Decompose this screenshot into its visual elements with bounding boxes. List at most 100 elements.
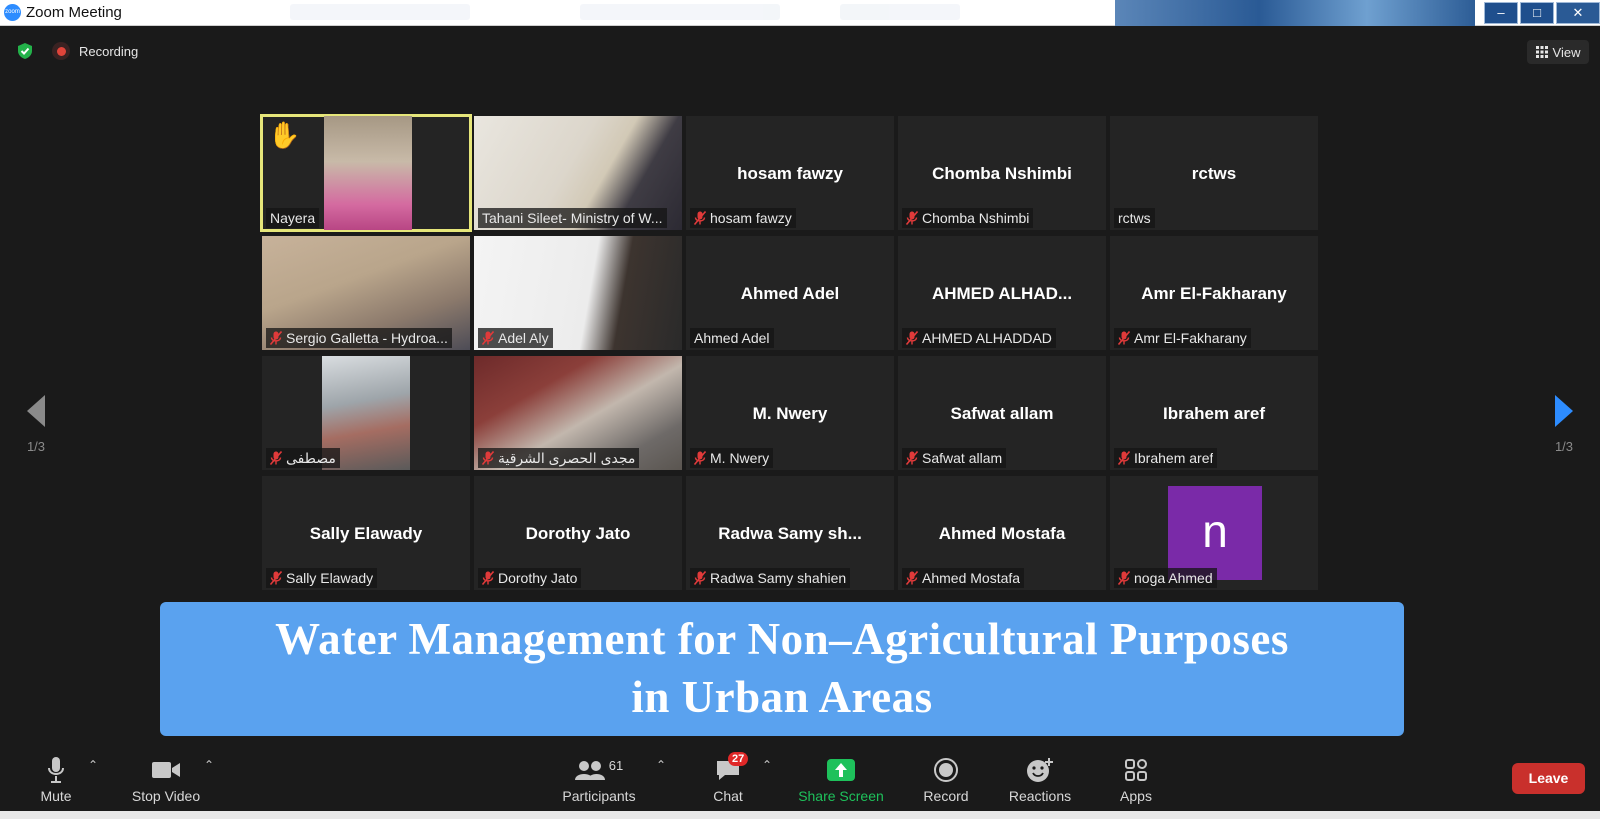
participant-tile[interactable]: مصطفى (262, 356, 470, 470)
participant-name-label: noga Ahmed (1114, 568, 1217, 588)
muted-microphone-icon (906, 211, 918, 225)
participant-tile[interactable]: Safwat allam Safwat allam (898, 356, 1106, 470)
participant-name: noga Ahmed (1134, 570, 1213, 586)
microphone-icon (48, 757, 64, 783)
participant-tile[interactable]: Adel Aly (474, 236, 682, 350)
mute-button[interactable]: Mute (36, 754, 76, 804)
participant-name: مجدى الحصرى الشرقية (498, 449, 636, 466)
chat-unread-badge: 27 (728, 752, 749, 766)
participant-tile[interactable]: مجدى الحصرى الشرقية (474, 356, 682, 470)
participant-name-label: مجدى الحصرى الشرقية (478, 448, 640, 468)
participant-name: Amr El-Fakharany (1134, 330, 1247, 346)
participant-name: Ahmed Adel (694, 330, 770, 346)
apps-button[interactable]: Apps (1114, 754, 1158, 804)
participant-name: rctws (1118, 210, 1151, 226)
participants-options-caret-icon[interactable]: ⌃ (656, 758, 666, 772)
minimize-button[interactable]: – (1484, 2, 1518, 24)
share-screen-button[interactable]: Share Screen (796, 754, 886, 804)
maximize-button[interactable]: □ (1520, 2, 1554, 24)
view-button[interactable]: View (1527, 40, 1589, 64)
participant-gallery: ✋ Nayera Tahani Sileet- Ministry of W... ho… (260, 114, 1338, 590)
participant-name-label: Nayera (266, 208, 320, 228)
page-indicator-right: 1/3 (1554, 439, 1574, 454)
emoji-smile-icon (1027, 758, 1053, 782)
prev-page-button[interactable]: 1/3 (16, 394, 56, 454)
window-titlebar: zoom Zoom Meeting – □ ✕ (0, 0, 1600, 26)
participant-tile[interactable]: AHMED ALHAD... AHMED ALHADDAD (898, 236, 1106, 350)
share-arrow-icon (827, 759, 855, 781)
participants-button[interactable]: 61 Participants (556, 754, 642, 805)
participant-video (324, 116, 412, 230)
audio-options-caret-icon[interactable]: ⌃ (88, 758, 98, 772)
mute-label: Mute (40, 788, 72, 804)
muted-microphone-icon (906, 571, 918, 585)
share-screen-label: Share Screen (798, 788, 884, 804)
video-camera-icon (152, 762, 180, 778)
participants-icon (574, 761, 605, 780)
participant-name: Adel Aly (498, 330, 549, 346)
participant-tile[interactable]: Chomba Nshimbi Chomba Nshimbi (898, 116, 1106, 230)
chevron-right-icon (1555, 395, 1573, 427)
participant-tile[interactable]: M. Nwery M. Nwery (686, 356, 894, 470)
participant-name-label: Tahani Sileet- Ministry of W... (478, 208, 667, 228)
participant-name-label: Ahmed Adel (690, 328, 774, 348)
participant-tile[interactable]: Ibrahem aref Ibrahem aref (1110, 356, 1318, 470)
participant-tile[interactable]: Amr El-Fakharany Amr El-Fakharany (1110, 236, 1318, 350)
participant-display-name: Safwat allam (950, 404, 1054, 423)
participant-name-label: Adel Aly (478, 328, 553, 348)
participant-display-name: Dorothy Jato (525, 524, 631, 543)
participant-tile[interactable]: Radwa Samy sh... Radwa Samy shahien (686, 476, 894, 590)
reactions-button[interactable]: Reactions (1004, 754, 1076, 804)
participant-tile[interactable]: ✋ Nayera (260, 114, 472, 232)
participant-tile[interactable]: Ahmed Adel Ahmed Adel (686, 236, 894, 350)
participant-display-name: M. Nwery (752, 404, 828, 423)
recording-indicator[interactable]: Recording (52, 42, 138, 60)
participant-tile[interactable]: Tahani Sileet- Ministry of W... (474, 116, 682, 230)
participant-name: مصطفى (286, 449, 336, 466)
close-button[interactable]: ✕ (1556, 2, 1600, 24)
meeting-area: Recording View 1/3 1/3 ✋ Nayera Tahani Sil… (0, 26, 1600, 746)
next-page-button[interactable]: 1/3 (1544, 394, 1584, 454)
record-button[interactable]: Record (918, 754, 974, 804)
video-options-caret-icon[interactable]: ⌃ (204, 758, 214, 772)
participant-name: Ahmed Mostafa (922, 570, 1021, 586)
participant-tile[interactable]: Dorothy Jato Dorothy Jato (474, 476, 682, 590)
participant-tile[interactable]: Ahmed Mostafa Ahmed Mostafa (898, 476, 1106, 590)
participant-tile[interactable]: hosam fawzy hosam fawzy (686, 116, 894, 230)
participant-tile[interactable]: rctws rctws (1110, 116, 1318, 230)
participant-name-label: Radwa Samy shahien (690, 568, 851, 588)
apps-label: Apps (1120, 788, 1152, 804)
banner-line-1: Water Management for Non–Agricultural Pu… (275, 614, 1289, 664)
participant-display-name: Ibrahem aref (1162, 404, 1266, 423)
participant-name: Dorothy Jato (498, 570, 578, 586)
muted-microphone-icon (906, 331, 918, 345)
participant-display-name: rctws (1191, 164, 1237, 183)
chat-options-caret-icon[interactable]: ⌃ (762, 758, 772, 772)
muted-microphone-icon (1118, 331, 1130, 345)
window-title: Zoom Meeting (26, 4, 122, 21)
chat-button[interactable]: 27 Chat (706, 752, 750, 804)
grid-icon (1535, 46, 1548, 58)
participant-display-name: AHMED ALHAD... (931, 284, 1073, 303)
apps-icon (1125, 759, 1147, 781)
participant-name: hosam fawzy (710, 210, 792, 226)
participant-tile[interactable]: Sergio Galletta - Hydroa... (262, 236, 470, 350)
participant-tile[interactable]: n noga Ahmed (1110, 476, 1318, 590)
participant-name-label: Sergio Galletta - Hydroa... (266, 328, 452, 348)
muted-microphone-icon (1118, 451, 1130, 465)
participant-display-name: Radwa Samy sh... (718, 524, 862, 543)
muted-microphone-icon (1118, 571, 1130, 585)
participant-name: M. Nwery (710, 450, 770, 466)
participant-name-label: rctws (1114, 208, 1155, 228)
banner-line-2: in Urban Areas (631, 672, 933, 722)
participant-display-name: Amr El-Fakharany (1141, 284, 1287, 303)
leave-button[interactable]: Leave (1512, 763, 1585, 794)
participant-name-label: Ibrahem aref (1114, 448, 1218, 468)
security-shield-icon[interactable] (16, 42, 34, 60)
participant-tile[interactable]: Sally Elawady Sally Elawady (262, 476, 470, 590)
raised-hand-icon: ✋ (268, 120, 301, 150)
participant-display-name: hosam fawzy (737, 164, 843, 183)
stop-video-button[interactable]: Stop Video (126, 754, 206, 804)
participant-name: Ibrahem aref (1134, 450, 1214, 466)
recording-dot-icon (52, 42, 70, 60)
